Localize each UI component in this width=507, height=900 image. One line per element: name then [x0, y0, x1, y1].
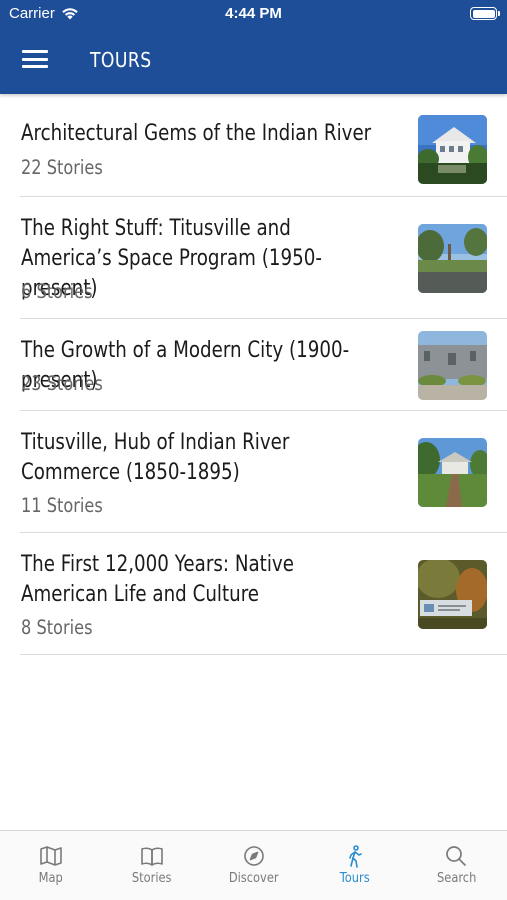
tour-thumbnail-image	[418, 224, 487, 293]
tab-label: Search	[436, 871, 476, 886]
tour-thumbnail-image	[418, 438, 487, 507]
tour-thumbnail-image	[418, 331, 487, 400]
battery-icon	[470, 7, 500, 20]
search-icon	[446, 846, 467, 866]
page-title: TOURS	[90, 48, 152, 72]
status-bar: Carrier 4:44 PM	[0, 0, 507, 28]
tour-list-item[interactable]: The Right Stuff: Titusville and America’…	[20, 197, 507, 319]
tab-label: Stories	[132, 871, 172, 886]
tab-search[interactable]: Search	[406, 831, 507, 900]
tour-story-count: 11 Stories	[21, 494, 103, 517]
tour-name: Titusville, Hub of Indian River Commerce…	[21, 430, 290, 485]
tour-thumbnail-image	[418, 560, 487, 629]
walking-person-icon	[349, 845, 362, 868]
compass-icon	[243, 846, 264, 866]
tour-thumbnail-image	[418, 115, 487, 184]
tour-story-count: 8 Stories	[21, 616, 93, 639]
tab-label: Tours	[339, 871, 370, 886]
app-header: TOURS	[0, 28, 507, 94]
map-icon	[39, 846, 62, 866]
tour-list: Architectural Gems of the Indian River 2…	[0, 94, 507, 655]
tour-name: Architectural Gems of the Indian River	[21, 121, 372, 146]
tab-stories[interactable]: Stories	[101, 831, 202, 900]
tour-list-item[interactable]: Titusville, Hub of Indian River Commerce…	[20, 411, 507, 533]
tab-tours[interactable]: Tours	[304, 831, 405, 900]
hamburger-menu-icon[interactable]	[22, 50, 48, 70]
tab-label: Discover	[228, 871, 279, 886]
tab-discover[interactable]: Discover	[203, 831, 304, 900]
tour-story-count: 6 Stories	[21, 280, 93, 303]
tab-label: Map	[38, 871, 63, 886]
book-icon	[141, 847, 163, 866]
tour-story-count: 23 Stories	[21, 372, 103, 395]
clock: 4:44 PM	[225, 5, 282, 22]
bottom-tab-bar: Map Stories Discover Tours Search	[0, 830, 507, 900]
tour-list-item[interactable]: The First 12,000 Years: Native American …	[20, 533, 507, 655]
tour-name: The First 12,000 Years: Native American …	[21, 552, 294, 607]
tour-story-count: 22 Stories	[21, 156, 103, 179]
tour-list-item[interactable]: Architectural Gems of the Indian River 2…	[20, 94, 507, 197]
tour-list-item[interactable]: The Growth of a Modern City (1900-presen…	[20, 319, 507, 411]
tab-map[interactable]: Map	[0, 831, 101, 900]
